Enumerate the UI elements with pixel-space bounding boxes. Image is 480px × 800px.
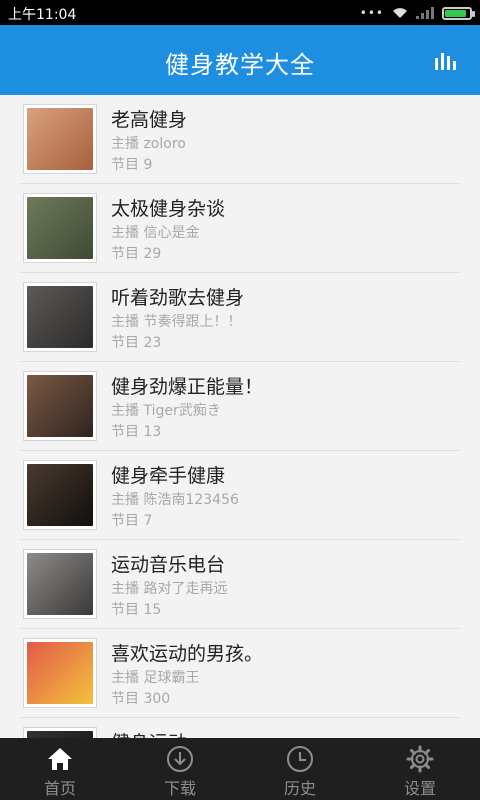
list-item[interactable]: 健身牵手健康 主播 陈浩南123456 节目 7: [21, 451, 459, 540]
settings-gear-icon: [406, 745, 434, 773]
app-title: 健身教学大全: [165, 51, 315, 79]
item-title: 喜欢运动的男孩。: [111, 643, 264, 665]
program-list: 老高健身 主播 zoloro 节目 9 太极健身杂谈 主播 信心是金 节目 29…: [0, 95, 480, 738]
tab-label: 历史: [283, 779, 316, 798]
tab-home[interactable]: 首页: [0, 738, 120, 800]
item-host: 主播 信心是金: [111, 225, 200, 241]
list-item[interactable]: 听着劲歌去健身 主播 节奏得跟上！！ 节目 23: [21, 273, 459, 362]
item-count: 节目 7: [111, 513, 153, 529]
signal-icon: [416, 7, 434, 19]
app-bar: 健身教学大全: [0, 25, 480, 95]
thumbnail-image: [23, 727, 97, 738]
item-count: 节目 15: [111, 602, 162, 618]
list-item[interactable]: 健身运动: [21, 718, 459, 738]
thumbnail-image: [23, 193, 97, 263]
item-host: 主播 zoloro: [111, 136, 186, 152]
item-title: 听着劲歌去健身: [111, 287, 245, 309]
tab-history[interactable]: 历史: [240, 738, 360, 800]
item-host: 主播 路对了走再远: [111, 581, 228, 597]
item-host: 主播 Tiger武痴き: [111, 403, 221, 419]
item-count: 节目 9: [111, 157, 153, 173]
download-icon: [167, 746, 193, 772]
tab-label: 设置: [403, 779, 436, 798]
item-title: 运动音乐电台: [111, 554, 226, 576]
thumbnail-image: [23, 104, 97, 174]
item-count: 节目 13: [111, 424, 162, 440]
tab-label: 下载: [163, 779, 196, 798]
tab-settings[interactable]: 设置: [360, 738, 480, 800]
tab-label: 首页: [43, 779, 76, 798]
list-item[interactable]: 健身劲爆正能量！ 主播 Tiger武痴き 节目 13: [21, 362, 459, 451]
status-time: 上午11:04: [8, 7, 77, 23]
list-item[interactable]: 运动音乐电台 主播 路对了走再远 节目 15: [21, 540, 459, 629]
battery-level: [445, 9, 467, 17]
item-title: 健身运动: [111, 728, 187, 738]
bottom-tab-bar: 首页 下载 历史 设置: [0, 738, 480, 800]
more-notifications-icon: •••: [359, 6, 384, 20]
item-title: 老高健身: [111, 109, 188, 131]
item-host: 主播 节奏得跟上！！: [111, 314, 242, 330]
thumbnail-image: [23, 638, 97, 708]
tab-download[interactable]: 下载: [120, 738, 240, 800]
bar-chart-icon[interactable]: [434, 49, 458, 71]
thumbnail-image: [23, 371, 97, 441]
item-count: 节目 300: [111, 691, 171, 707]
item-host: 主播 陈浩南123456: [111, 492, 239, 508]
status-icons: •••: [359, 3, 475, 23]
thumbnail-image: [23, 282, 97, 352]
item-title: 太极健身杂谈: [111, 198, 226, 220]
history-clock-icon: [287, 746, 313, 772]
status-bar: 上午11:04 •••: [0, 0, 480, 25]
battery-icon: [442, 6, 475, 20]
thumbnail-image: [23, 460, 97, 530]
item-title: 健身牵手健康: [111, 465, 226, 487]
thumbnail-image: [23, 549, 97, 619]
item-count: 节目 29: [111, 246, 162, 262]
list-item[interactable]: 太极健身杂谈 主播 信心是金 节目 29: [21, 184, 459, 273]
list-item[interactable]: 喜欢运动的男孩。 主播 足球霸王 节目 300: [21, 629, 459, 718]
list-item[interactable]: 老高健身 主播 zoloro 节目 9: [21, 95, 459, 184]
item-title: 健身劲爆正能量！: [111, 376, 264, 398]
wifi-icon: [393, 8, 407, 18]
item-host: 主播 足球霸王: [111, 670, 200, 686]
item-count: 节目 23: [111, 335, 162, 351]
home-icon: [48, 748, 72, 770]
